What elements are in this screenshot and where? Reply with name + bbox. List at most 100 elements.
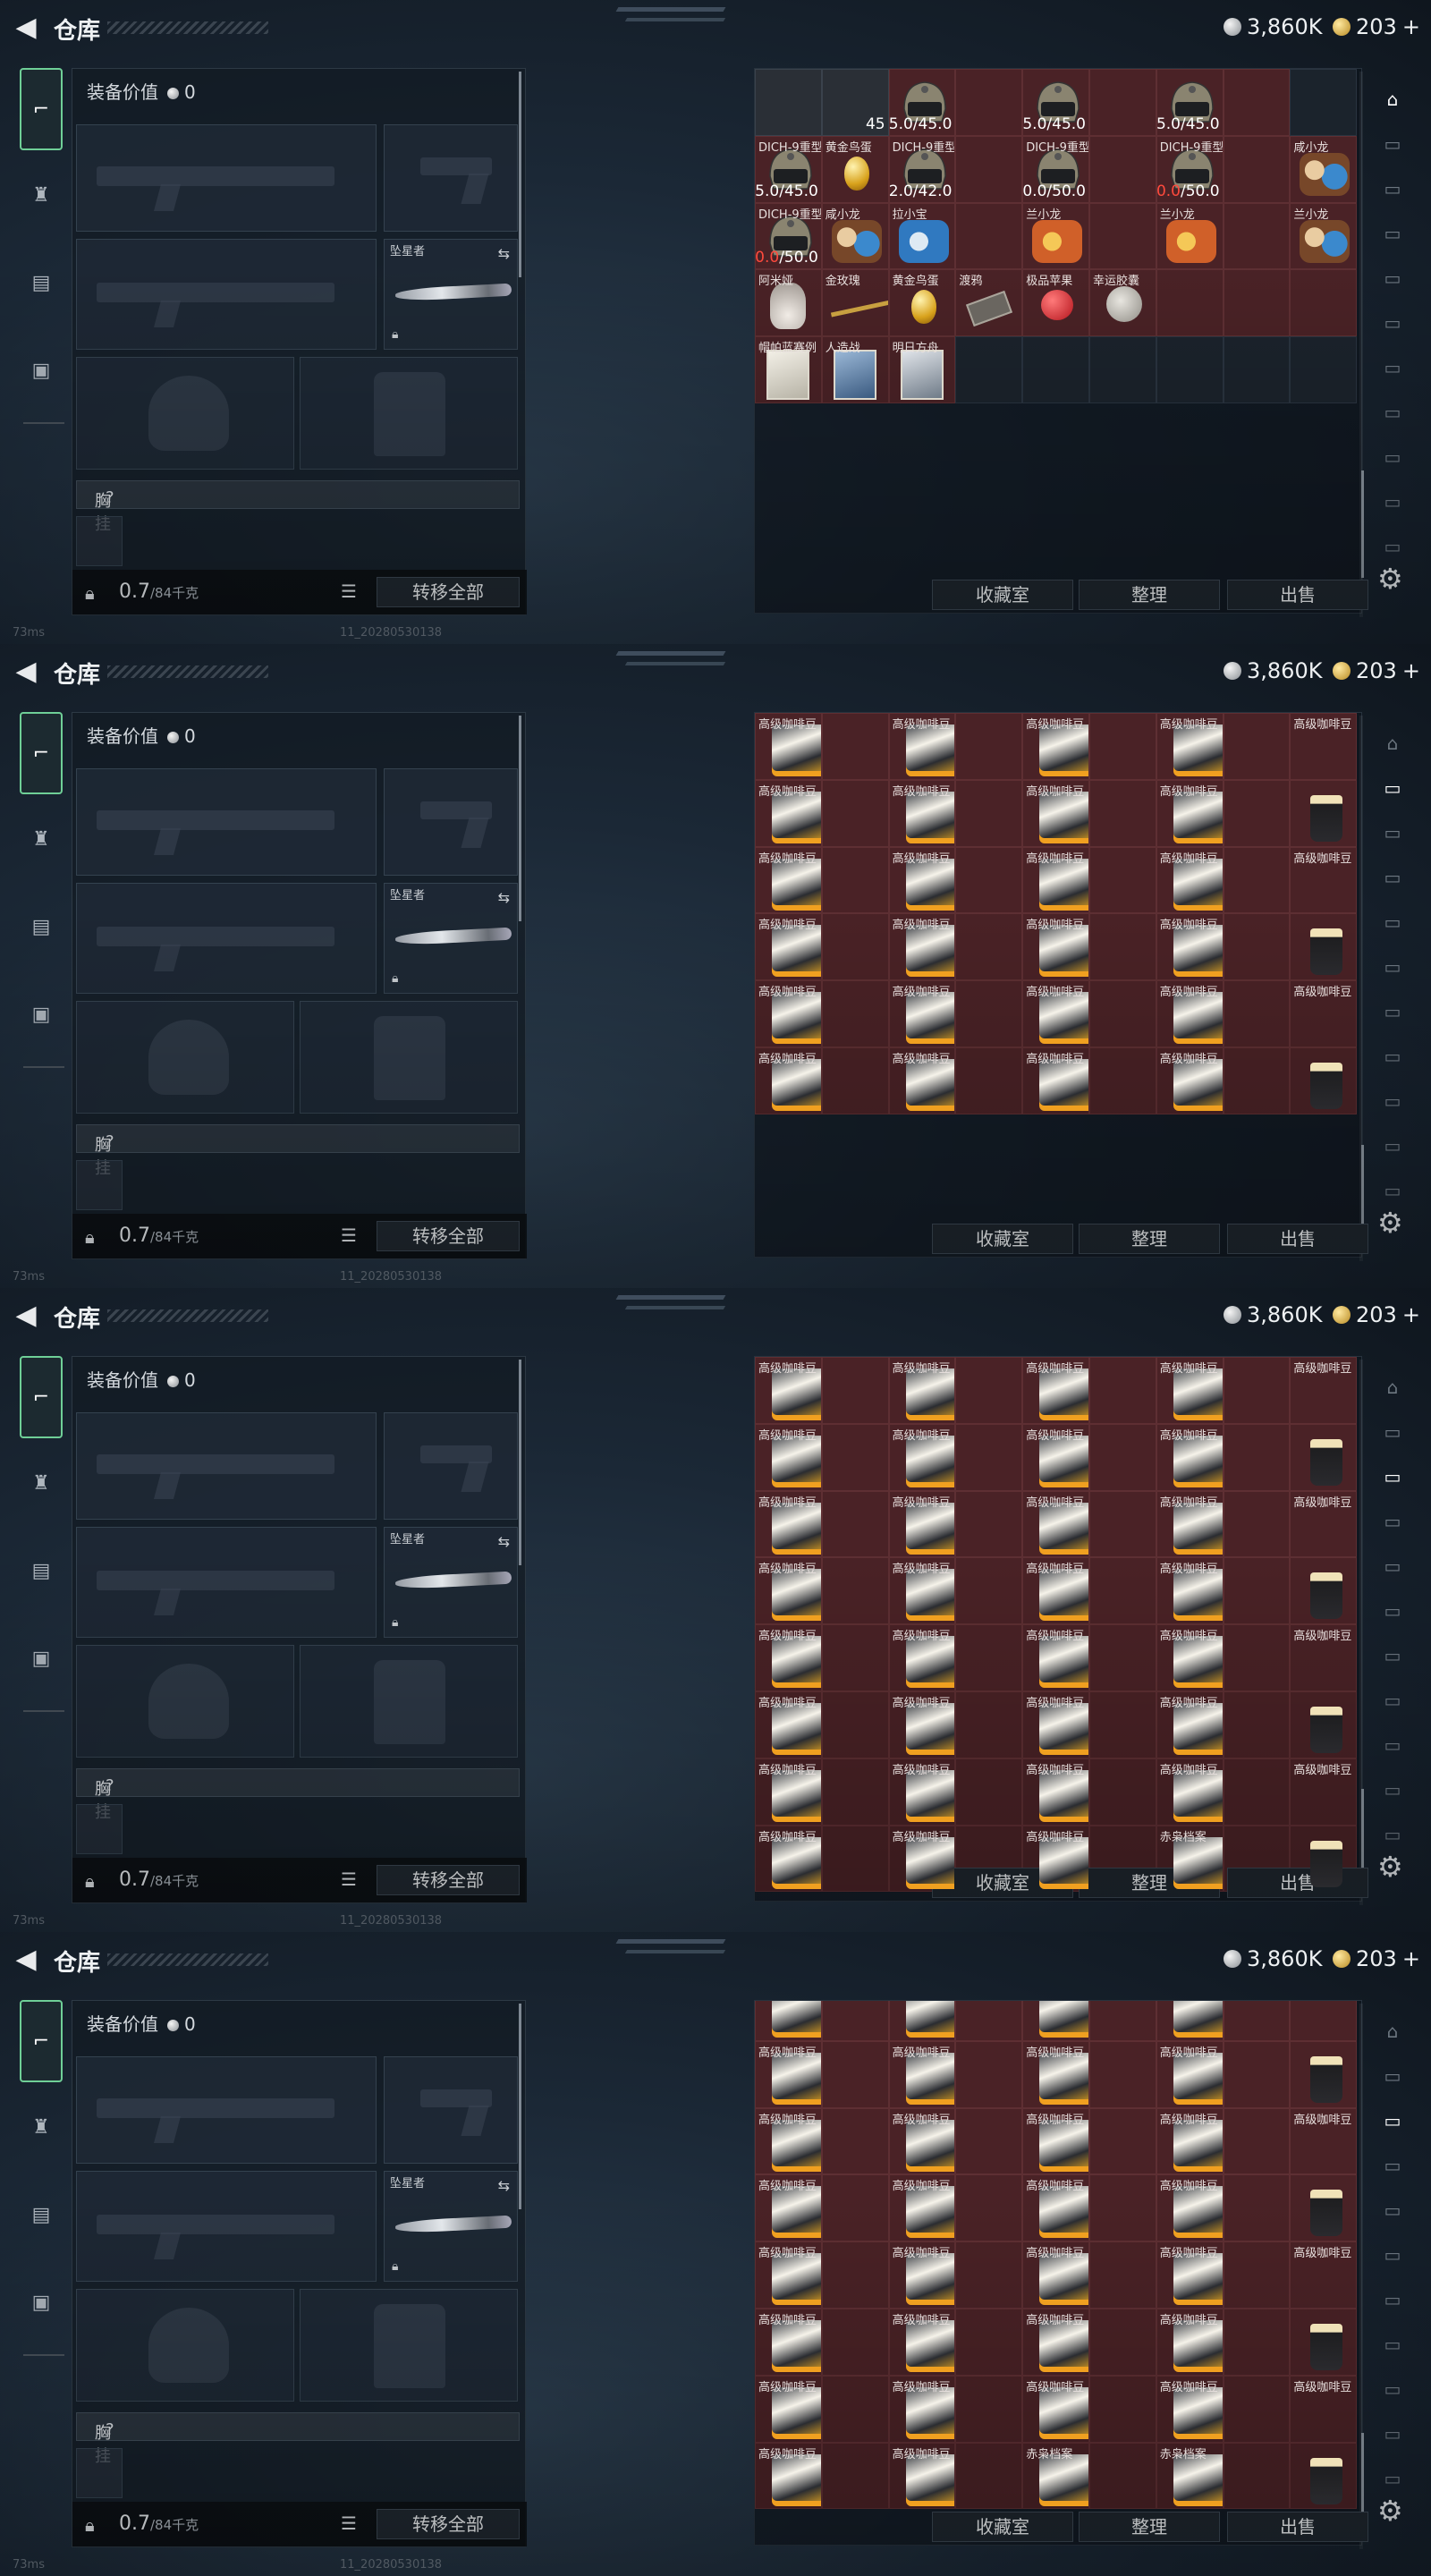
back-arrow-icon[interactable]: ◀ — [11, 1945, 41, 1975]
gold-currency[interactable]: 203 + — [1333, 1946, 1420, 1971]
stash-item-continuation[interactable] — [1088, 69, 1156, 136]
stash-item-continuation[interactable] — [821, 1758, 889, 1826]
stash-tab-icon[interactable]: ▭ — [1374, 1082, 1411, 1120]
stash-tab-icon[interactable]: ▭ — [1374, 1637, 1411, 1674]
stash-item[interactable]: 渡鸦 — [955, 269, 1023, 337]
equipment-scrollbar[interactable] — [519, 1360, 521, 1565]
stash-item[interactable]: 高级咖啡豆 — [755, 1825, 822, 1893]
stash-item[interactable]: 高级咖啡豆 — [1022, 2001, 1089, 2041]
stash-item[interactable]: 高级咖啡豆 — [755, 1624, 822, 1691]
stash-item-continuation[interactable] — [1088, 2308, 1156, 2376]
gun-icon[interactable]: ⌐ — [20, 1356, 63, 1438]
stash-item-continuation[interactable] — [1088, 913, 1156, 981]
stash-item[interactable]: DICH-9重型头盔 三角洲 42.0/42.0 — [888, 135, 956, 203]
stash-item-continuation[interactable] — [1223, 2375, 1291, 2443]
stash-item-continuation[interactable] — [1088, 2174, 1156, 2242]
stash-item-continuation[interactable] — [821, 2040, 889, 2108]
backpack-icon[interactable]: ▤ — [20, 261, 63, 304]
stash-item-continuation[interactable] — [1088, 135, 1156, 203]
stash-item[interactable]: 高级咖啡豆 — [1290, 846, 1358, 914]
stash-item-continuation[interactable] — [1223, 2001, 1291, 2041]
stash-item[interactable]: 高级咖啡豆 — [755, 2174, 822, 2242]
gun-icon[interactable]: ⌐ — [20, 68, 63, 150]
stash-item[interactable]: 兰小龙 — [1156, 202, 1224, 270]
stash-item[interactable]: 高级咖啡豆 — [888, 1423, 956, 1491]
gun-icon[interactable]: ⌐ — [20, 712, 63, 794]
backpack-icon[interactable]: ▤ — [20, 1549, 63, 1592]
stash-item-continuation[interactable] — [1088, 1357, 1156, 1424]
silver-currency[interactable]: 3,860K — [1224, 658, 1322, 683]
stash-tab-icon[interactable]: ▭ — [1374, 483, 1411, 521]
stash-item[interactable] — [1290, 913, 1358, 981]
helmet-slot[interactable] — [76, 2289, 294, 2402]
stash-item[interactable]: 高级咖啡豆 — [755, 1423, 822, 1491]
armor-slot[interactable] — [300, 1001, 518, 1114]
stash-item-continuation[interactable] — [955, 2001, 1023, 2041]
stash-item[interactable]: 高级咖啡豆 — [755, 1690, 822, 1758]
stash-item-continuation[interactable] — [1223, 846, 1291, 914]
stash-item-continuation[interactable] — [1088, 1046, 1156, 1114]
chest-rig-cell[interactable] — [76, 1804, 123, 1854]
stash-item-continuation[interactable] — [1223, 1357, 1291, 1424]
add-gold-icon[interactable]: + — [1402, 1302, 1420, 1327]
stash-item-continuation[interactable] — [821, 2241, 889, 2309]
stash-item-continuation[interactable] — [955, 135, 1023, 203]
stash-tab-icon[interactable]: ▭ — [1374, 1592, 1411, 1630]
stash-item-continuation[interactable] — [1088, 2375, 1156, 2443]
stash-item[interactable]: 高级咖啡豆 — [1022, 2375, 1089, 2443]
stash-item[interactable]: 高级咖啡豆 — [755, 2308, 822, 2376]
stash-item[interactable]: 高级咖啡豆 — [888, 713, 956, 780]
stash-item[interactable]: 高级咖啡豆 — [1022, 1046, 1089, 1114]
stash-item-continuation[interactable] — [955, 2241, 1023, 2309]
transfer-all-button[interactable]: 转移全部 — [377, 1865, 520, 1895]
silver-currency[interactable]: 3,860K — [1224, 14, 1322, 39]
stash-item[interactable]: 高级咖啡豆 — [1156, 2375, 1224, 2443]
organize-button[interactable]: 整理 — [1079, 580, 1220, 610]
stash-item-continuation[interactable] — [821, 713, 889, 780]
stash-item[interactable]: 高级咖啡豆 — [755, 1490, 822, 1558]
stash-item[interactable] — [1290, 2040, 1358, 2108]
stash-item-continuation[interactable] — [1223, 713, 1291, 780]
stash-item[interactable] — [1290, 779, 1358, 847]
stash-item[interactable]: 45.0/45.0 — [888, 69, 956, 136]
stash-item[interactable]: 高级咖啡豆 — [1156, 779, 1224, 847]
stash-tab-icon[interactable]: ▭ — [1374, 1771, 1411, 1809]
stash-item-continuation[interactable] — [821, 1046, 889, 1114]
stash-item[interactable]: 高级咖啡豆 — [755, 913, 822, 981]
back-arrow-icon[interactable]: ◀ — [11, 657, 41, 687]
transfer-all-button[interactable]: 转移全部 — [377, 1221, 520, 1251]
stash-item-continuation[interactable] — [955, 2107, 1023, 2175]
organize-button[interactable]: 整理 — [1079, 2512, 1220, 2542]
stash-item[interactable]: 高级咖啡豆 — [755, 1357, 822, 1424]
stash-item-continuation[interactable] — [1223, 69, 1291, 136]
stash-item[interactable]: 高级咖啡豆 — [1022, 980, 1089, 1047]
case-icon[interactable]: ▣ — [20, 349, 63, 392]
stash-item-continuation[interactable] — [1223, 2442, 1291, 2510]
chest-rig-slot[interactable]: 胸挂? — [76, 480, 520, 534]
stash-item-continuation[interactable] — [821, 2174, 889, 2242]
stash-item[interactable]: 高级咖啡豆 — [1156, 1357, 1224, 1424]
transfer-all-button[interactable]: 转移全部 — [377, 2509, 520, 2539]
stash-item-continuation[interactable] — [1223, 2040, 1291, 2108]
stash-item-continuation[interactable] — [1088, 2001, 1156, 2041]
stash-item[interactable]: 高级咖啡豆 — [755, 1758, 822, 1826]
swap-icon[interactable]: ⇆ — [498, 245, 510, 262]
melee-slot[interactable]: 坠星者 ⇆ 🔒︎ — [384, 2171, 518, 2282]
stash-item[interactable]: 高级咖啡豆 — [888, 1357, 956, 1424]
stash-item[interactable]: 高级咖啡豆 — [888, 2174, 956, 2242]
add-gold-icon[interactable]: + — [1402, 1946, 1420, 1971]
stash-item[interactable]: 高级咖啡豆 — [1156, 1557, 1224, 1625]
primary-weapon-slot[interactable] — [76, 1412, 377, 1520]
stash-item[interactable]: 人造战 — [821, 336, 889, 403]
stash-tab-icon[interactable]: ▭ — [1374, 948, 1411, 986]
stash-tab-icon[interactable]: ▭ — [1374, 1816, 1411, 1853]
stash-item-continuation[interactable] — [1223, 1490, 1291, 1558]
stash-item-continuation[interactable] — [1088, 1758, 1156, 1826]
stash-item[interactable]: 兰小龙 — [1022, 202, 1089, 270]
stash-item[interactable]: 高级咖啡豆 — [755, 2241, 822, 2309]
stash-item-continuation[interactable] — [1156, 269, 1224, 337]
melee-slot[interactable]: 坠星者 ⇆ 🔒︎ — [384, 239, 518, 350]
stash-scroll-thumb[interactable] — [1361, 1145, 1364, 1225]
stash-tab-icon[interactable]: ▭ — [1374, 2370, 1411, 2408]
list-icon[interactable]: ☰ — [341, 1868, 357, 1890]
